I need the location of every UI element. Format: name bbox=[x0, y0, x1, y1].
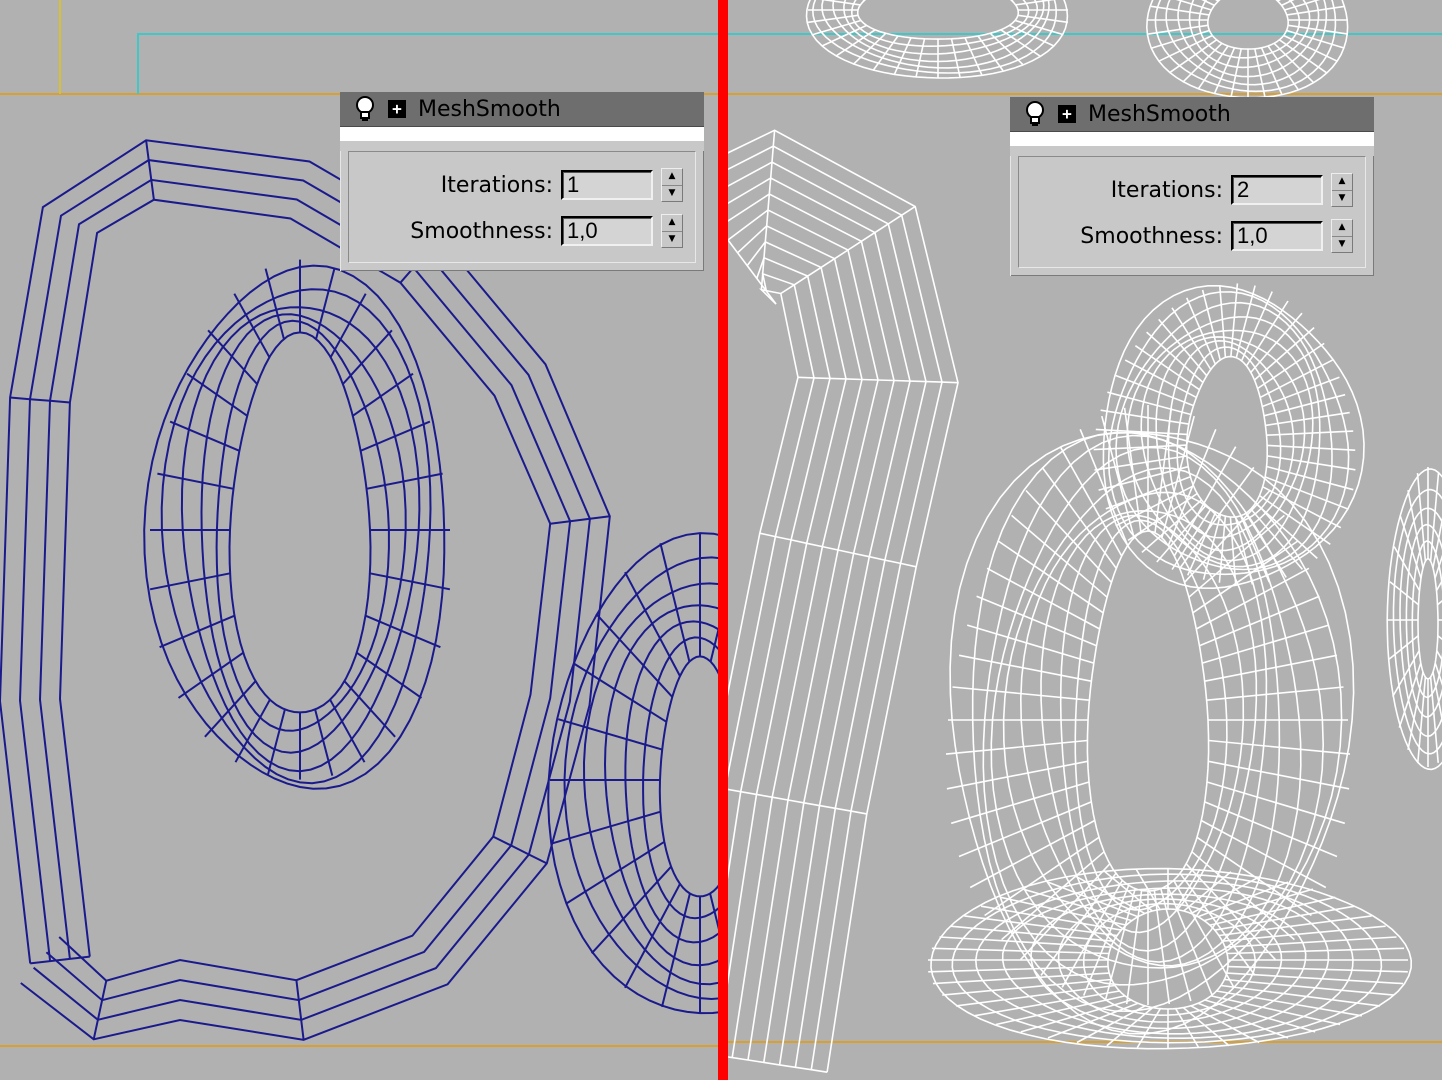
up-arrow-icon[interactable]: ▲ bbox=[662, 169, 682, 185]
iterations-input[interactable] bbox=[1231, 175, 1323, 205]
down-arrow-icon[interactable]: ▼ bbox=[1332, 189, 1352, 207]
smoothness-spinner[interactable]: ▲ ▼ bbox=[1331, 219, 1353, 253]
rollout-separator bbox=[340, 127, 704, 141]
viewport-left[interactable]: + MeshSmooth Iterations: ▲ ▼ Smoothness:… bbox=[0, 0, 718, 1080]
lightbulb-icon[interactable] bbox=[354, 96, 376, 122]
smoothness-row: Smoothness: ▲ ▼ bbox=[1019, 213, 1353, 259]
up-arrow-icon[interactable]: ▲ bbox=[662, 215, 682, 231]
up-arrow-icon[interactable]: ▲ bbox=[1332, 174, 1352, 190]
meshsmooth-rollout-right: + MeshSmooth Iterations: ▲ ▼ Smoothness:… bbox=[1010, 97, 1374, 276]
smoothness-row: Smoothness: ▲ ▼ bbox=[349, 208, 683, 254]
iterations-spinner[interactable]: ▲ ▼ bbox=[1331, 173, 1353, 207]
rollout-body: Iterations: ▲ ▼ Smoothness: ▲ ▼ bbox=[1018, 156, 1366, 268]
rollout-header[interactable]: + MeshSmooth bbox=[340, 92, 704, 127]
rollout-separator bbox=[1010, 132, 1374, 146]
left-wire-group bbox=[0, 139, 718, 1041]
down-arrow-icon[interactable]: ▼ bbox=[1332, 235, 1352, 253]
iterations-input[interactable] bbox=[561, 170, 653, 200]
rollout-header[interactable]: + MeshSmooth bbox=[1010, 97, 1374, 132]
expand-icon[interactable]: + bbox=[388, 100, 406, 118]
rollout-title: MeshSmooth bbox=[418, 96, 561, 122]
lightbulb-icon[interactable] bbox=[1024, 101, 1046, 127]
expand-icon[interactable]: + bbox=[1058, 105, 1076, 123]
viewport-right[interactable]: + MeshSmooth Iterations: ▲ ▼ Smoothness:… bbox=[728, 0, 1442, 1080]
rollout-body: Iterations: ▲ ▼ Smoothness: ▲ ▼ bbox=[348, 151, 696, 263]
smoothness-spinner[interactable]: ▲ ▼ bbox=[661, 214, 683, 248]
iterations-row: Iterations: ▲ ▼ bbox=[1019, 167, 1353, 213]
iterations-row: Iterations: ▲ ▼ bbox=[349, 162, 683, 208]
down-arrow-icon[interactable]: ▼ bbox=[662, 184, 682, 202]
guide-cyan bbox=[137, 33, 718, 94]
smoothness-label: Smoothness: bbox=[410, 218, 553, 244]
up-arrow-icon[interactable]: ▲ bbox=[1332, 220, 1352, 236]
viewport-divider[interactable] bbox=[718, 0, 728, 1080]
smoothness-input[interactable] bbox=[1231, 221, 1323, 251]
down-arrow-icon[interactable]: ▼ bbox=[662, 230, 682, 248]
iterations-label: Iterations: bbox=[1110, 177, 1223, 203]
smoothness-label: Smoothness: bbox=[1080, 223, 1223, 249]
iterations-label: Iterations: bbox=[440, 172, 553, 198]
rollout-title: MeshSmooth bbox=[1088, 101, 1231, 127]
smoothness-input[interactable] bbox=[561, 216, 653, 246]
meshsmooth-rollout-left: + MeshSmooth Iterations: ▲ ▼ Smoothness:… bbox=[340, 92, 704, 271]
iterations-spinner[interactable]: ▲ ▼ bbox=[661, 168, 683, 202]
